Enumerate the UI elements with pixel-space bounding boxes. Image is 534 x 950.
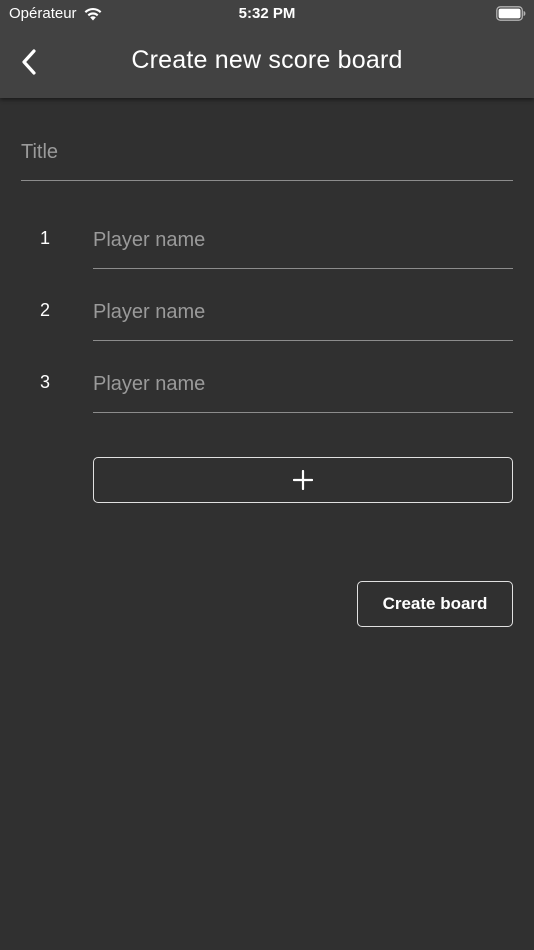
title-input[interactable] (21, 124, 513, 180)
player-name-field-1[interactable] (93, 212, 513, 269)
player-number: 1 (40, 228, 51, 248)
player-name-input-2[interactable] (93, 284, 513, 340)
player-row-2: 2 (0, 284, 534, 341)
player-row-1: 1 (0, 212, 534, 269)
player-number: 2 (40, 300, 51, 320)
status-bar: Opérateur 5:32 PM (0, 0, 534, 28)
player-row-3: 3 (0, 356, 534, 413)
page-title: Create new score board (131, 46, 403, 74)
player-name-field-3[interactable] (93, 356, 513, 413)
player-name-input-1[interactable] (93, 212, 513, 268)
add-player-button[interactable] (93, 457, 513, 503)
plus-icon (293, 470, 313, 490)
title-field[interactable] (21, 124, 513, 181)
header: Opérateur 5:32 PM Create new score board (0, 0, 534, 98)
battery-full-icon (496, 6, 526, 21)
create-board-button[interactable]: Create board (357, 581, 513, 627)
app-bar: Create new score board (0, 28, 534, 98)
player-name-input-3[interactable] (93, 356, 513, 412)
create-score-board-screen: Opérateur 5:32 PM Create new score board… (0, 0, 534, 950)
player-number: 3 (40, 372, 51, 392)
status-time: 5:32 PM (238, 5, 296, 22)
player-name-field-2[interactable] (93, 284, 513, 341)
